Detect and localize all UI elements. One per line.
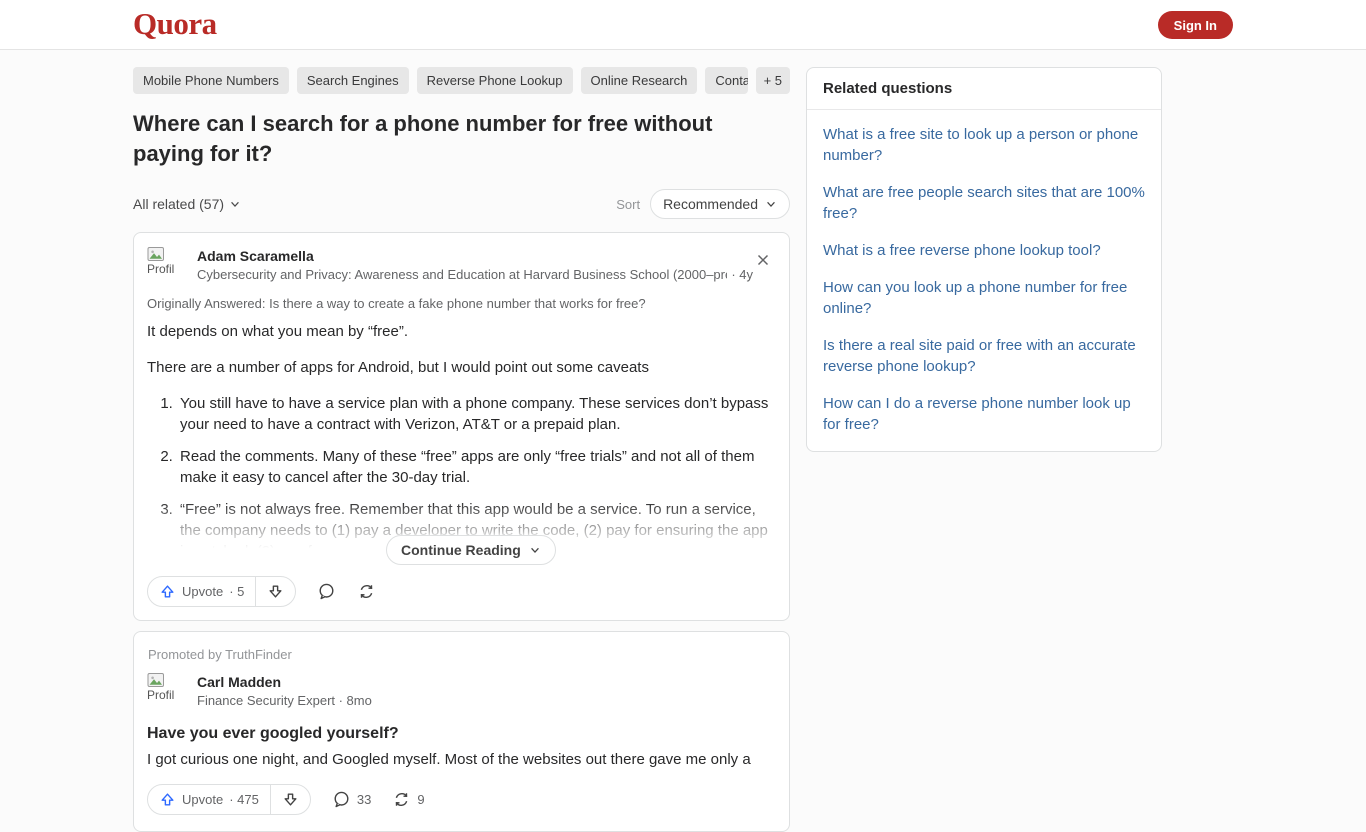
- broken-image-icon: [147, 673, 164, 687]
- author-name[interactable]: Adam Scaramella: [197, 248, 753, 264]
- chevron-down-icon: [767, 201, 775, 207]
- related-questions-card: Related questions What is a free site to…: [806, 67, 1162, 452]
- answers-controls-row: All related (57) Sort Recommended: [133, 189, 790, 219]
- answer-paragraph: There are a number of apps for Android, …: [147, 359, 649, 376]
- downvote-button[interactable]: [256, 577, 295, 606]
- sort-value: Recommended: [663, 196, 758, 212]
- downvote-button[interactable]: [271, 785, 310, 814]
- page-content: Mobile Phone Numbers Search Engines Reve…: [133, 50, 1162, 832]
- answer-action-bar: Upvote · 5: [147, 576, 773, 607]
- related-question-link[interactable]: What is a free site to look up a person …: [823, 124, 1145, 166]
- vote-pill: Upvote · 5: [147, 576, 297, 607]
- related-questions-list: What is a free site to look up a person …: [807, 110, 1161, 451]
- upvote-icon: [161, 793, 174, 806]
- comment-icon: [319, 583, 334, 600]
- related-question-link[interactable]: Is there a real site paid or free with a…: [823, 335, 1145, 377]
- more-topics-button[interactable]: + 5: [755, 67, 790, 94]
- repost-share-icon: [361, 585, 373, 598]
- topic-tags-row: Mobile Phone Numbers Search Engines Reve…: [133, 67, 790, 94]
- downvote-icon: [269, 585, 282, 598]
- answer-body: It depends on what you mean by “free”. T…: [147, 321, 773, 565]
- related-question-link[interactable]: What are free people search sites that a…: [823, 182, 1145, 224]
- comment-icon: [334, 791, 349, 808]
- close-icon: [757, 254, 769, 266]
- author-credential: Cybersecurity and Privacy: Awareness and…: [197, 267, 728, 282]
- promoted-header: Profil Carl Madden Finance Security Expe…: [147, 672, 773, 712]
- avatar-alt-text: Profil: [147, 688, 175, 702]
- upvote-label: Upvote: [182, 792, 224, 807]
- top-navigation-bar: Quora Sign In: [0, 0, 1366, 50]
- author-block: Adam Scaramella Cybersecurity and Privac…: [197, 246, 753, 282]
- answer-card: Profil Adam Scaramella Cybersecurity and…: [133, 232, 790, 621]
- repost-share-icon: [396, 793, 408, 806]
- author-block: Carl Madden Finance Security Expert · 8m…: [197, 672, 773, 708]
- upvote-label: Upvote: [182, 584, 224, 599]
- topic-tag[interactable]: Mobile Phone Numbers: [133, 67, 289, 94]
- topic-tag[interactable]: Online Research: [580, 67, 698, 94]
- upvote-button[interactable]: Upvote · 475: [148, 785, 270, 814]
- related-question-link[interactable]: How can you look up a phone number for f…: [823, 277, 1145, 319]
- quora-logo[interactable]: Quora: [133, 6, 217, 42]
- answer-timestamp[interactable]: · 4y: [731, 267, 753, 282]
- sort-control: Sort Recommended: [616, 189, 790, 219]
- question-title: Where can I search for a phone number fo…: [133, 111, 713, 166]
- dismiss-answer-button[interactable]: [753, 250, 773, 270]
- promoted-post-body: I got curious one night, and Googled mys…: [147, 751, 751, 768]
- share-button[interactable]: [357, 582, 376, 601]
- chevron-down-icon: [231, 201, 239, 207]
- upvote-count: · 475: [229, 792, 259, 807]
- author-credential-row: Cybersecurity and Privacy: Awareness and…: [197, 267, 753, 282]
- topic-tag[interactable]: Reverse Phone Lookup: [416, 67, 573, 94]
- comment-button[interactable]: 33: [332, 790, 371, 809]
- upvote-button[interactable]: Upvote · 5: [148, 577, 255, 606]
- upvote-count: · 5: [229, 584, 245, 599]
- author-credential-row: Finance Security Expert · 8mo: [197, 693, 773, 708]
- share-button[interactable]: 9: [392, 790, 425, 809]
- comment-count: 33: [356, 792, 372, 807]
- continue-reading-button[interactable]: Continue Reading: [386, 535, 556, 565]
- main-column: Mobile Phone Numbers Search Engines Reve…: [133, 50, 790, 832]
- topic-tag[interactable]: Search Engines: [296, 67, 409, 94]
- promoted-answer-card: Promoted by TruthFinder Profil Carl Madd…: [133, 631, 790, 832]
- sort-label: Sort: [616, 196, 641, 212]
- related-question-link[interactable]: How can I do a reverse phone number look…: [823, 393, 1145, 435]
- answer-list-item: Read the comments. Many of these “free” …: [177, 446, 773, 488]
- chevron-down-icon: [530, 547, 539, 554]
- promoted-by-label: Promoted by TruthFinder: [148, 647, 292, 662]
- sort-dropdown[interactable]: Recommended: [650, 189, 790, 219]
- downvote-icon: [284, 793, 297, 806]
- promoted-action-bar: Upvote · 475 33 9: [147, 784, 773, 815]
- broken-image-icon: [147, 247, 164, 261]
- answer-header: Profil Adam Scaramella Cybersecurity and…: [147, 246, 773, 286]
- vote-pill: Upvote · 475: [147, 784, 311, 815]
- sign-in-button[interactable]: Sign In: [1157, 11, 1233, 39]
- continue-reading-label: Continue Reading: [401, 542, 521, 558]
- all-related-filter[interactable]: All related (57): [133, 196, 241, 212]
- topic-tag[interactable]: Contact Numbers: [705, 67, 748, 94]
- answer-paragraph: It depends on what you mean by “free”.: [147, 323, 408, 340]
- avatar[interactable]: Profil: [147, 672, 187, 712]
- filter-label: All related (57): [133, 196, 225, 212]
- related-questions-title: Related questions: [807, 68, 1161, 110]
- author-credential: Finance Security Expert · 8mo: [197, 693, 372, 708]
- comment-button[interactable]: [317, 582, 336, 601]
- related-question-link[interactable]: What is a free reverse phone lookup tool…: [823, 240, 1145, 261]
- sidebar: Related questions What is a free site to…: [806, 67, 1162, 832]
- author-name[interactable]: Carl Madden: [197, 674, 773, 690]
- upvote-icon: [161, 585, 174, 598]
- avatar-alt-text: Profil: [147, 262, 175, 276]
- share-count: 9: [417, 792, 425, 807]
- avatar[interactable]: Profil: [147, 246, 187, 286]
- promoted-post-title[interactable]: Have you ever googled yourself?: [147, 725, 773, 743]
- answer-list-item: You still have to have a service plan wi…: [177, 393, 773, 435]
- originally-answered-text: Originally Answered: Is there a way to c…: [147, 296, 646, 311]
